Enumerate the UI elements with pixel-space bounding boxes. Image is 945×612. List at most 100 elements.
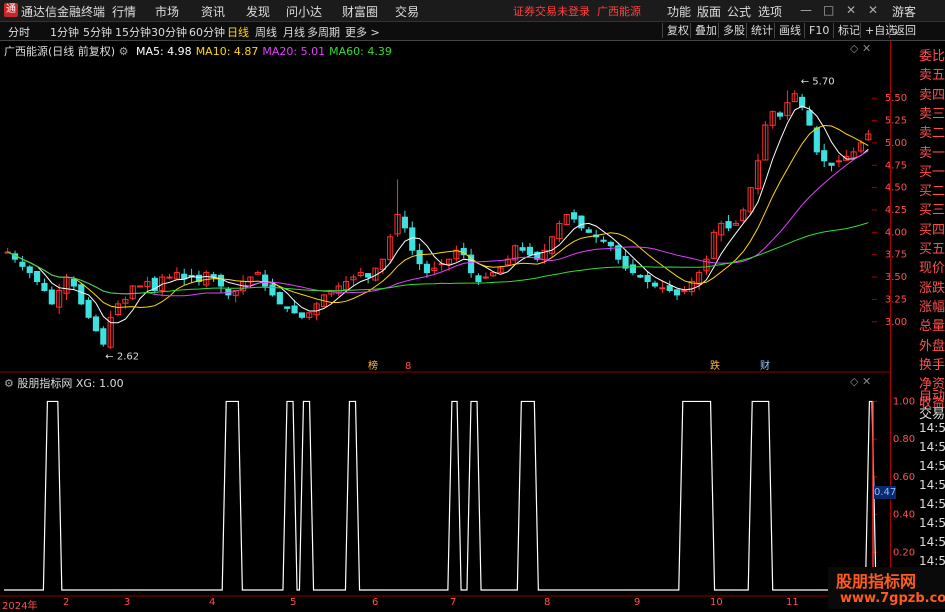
date-tick-label: 6 [372,597,379,608]
candle-body [276,292,283,305]
side-panel-item[interactable]: 买三 [919,199,945,218]
event-tag: 榜 [368,359,378,372]
indicator-tick-label: 0.80 [893,434,915,445]
candle-body [48,289,55,305]
price-tick-label: 3.00 [885,317,907,328]
candle-body [578,215,585,229]
candle-body [217,274,225,287]
candle-body [629,264,637,274]
chart-canvas[interactable]: 3.00 3.25 3.50 3.75 4.00 4.25 4.50 4.75 5.00 5.25… [0,0,945,609]
candle-body [600,239,607,242]
candle-body [298,312,305,318]
candle-body [673,289,681,296]
side-panel-item[interactable]: 总量 [919,315,945,334]
candle-body [26,266,33,274]
candle-body [776,112,784,117]
candle-body [799,96,806,108]
candle-body [666,285,673,291]
watermark: 股朋指标网 www.7gpzb.com [828,567,945,609]
candle-body [637,275,644,278]
candle-body [78,284,85,305]
candle-body [659,287,666,290]
side-panel-item[interactable]: 卖三 [919,103,945,122]
side-panel-item[interactable]: 委比 [919,45,945,64]
ma5-line [7,105,869,324]
candle-body [828,162,835,166]
low-price-label: ← 2.62 [105,352,139,363]
side-panel-item[interactable]: 卖一 [919,142,945,161]
close-icon[interactable]: ✕ [862,42,871,55]
diamond-icon[interactable]: ◇ [850,375,858,388]
high-price-label: ← 5.70 [801,76,835,87]
date-tick-label: 2024年 [2,601,38,612]
date-tick-label: 9 [634,597,641,608]
side-panel-item[interactable]: 现价 [919,257,945,276]
candle-body [269,284,276,296]
price-tick-label: 4.25 [885,205,907,216]
time-label: 14:56 [919,554,945,568]
candle-body [835,160,842,163]
side-panel-lower-item[interactable]: 自动 [919,385,945,404]
ma20-line [7,150,869,297]
side-panel-item[interactable]: 换手 [919,354,945,373]
close-icon[interactable]: ✕ [862,375,871,388]
indicator-tick-label: 0.60 [893,472,915,483]
candle-body [416,250,423,265]
time-label: 14:56 [919,459,945,473]
date-tick-label: 3 [124,597,131,608]
candle-body [291,305,298,314]
ma10-line [7,124,869,309]
candle-body [813,127,820,153]
side-panel-item[interactable]: 外盘 [919,335,945,354]
side-panel-item[interactable]: 卖五 [919,64,945,83]
price-tick-label: 5.25 [885,116,907,127]
time-label: 14:56 [919,535,945,549]
side-panel-item[interactable]: 涨幅 [919,296,945,315]
candle-body [284,306,291,309]
candle-body [70,278,77,287]
indicator-tick-label: 0.40 [893,510,915,521]
panel-controls: ◇ ✕ [850,42,871,55]
time-label: 14:56 [919,478,945,492]
price-tick-label: 3.25 [885,294,907,305]
side-panel-item[interactable]: 买二 [919,180,945,199]
price-tick-label: 4.75 [885,160,907,171]
candle-body [622,255,629,269]
side-panel-item[interactable]: 买四 [919,219,945,238]
ma60-line [7,222,869,295]
candle-body [92,316,100,332]
time-label: 14:56 [919,421,945,435]
side-panel-item[interactable]: 买五 [919,238,945,257]
candle-body [585,229,592,233]
sub-panel-controls: ◇ ✕ [850,375,871,388]
event-tag: 8 [405,361,411,372]
date-tick-label: 11 [786,597,799,608]
side-panel-item[interactable]: 买一 [919,161,945,180]
candle-body [85,299,92,318]
candle-body [34,270,41,283]
xg-signal-line [4,400,877,591]
date-tick-label: 5 [290,597,297,608]
price-tick-label: 4.50 [885,183,907,194]
price-tick-label: 5.50 [885,93,907,104]
candle-body [100,328,107,345]
candle-body [19,261,26,267]
date-tick-label: 7 [450,597,457,608]
side-panel-lower-item[interactable]: 交易 [919,403,945,422]
side-panel-item[interactable]: 卖二 [919,122,945,141]
date-tick-label: 8 [544,597,551,608]
candle-body [806,110,813,126]
side-panel-item[interactable]: 涨跌 [919,277,945,296]
diamond-icon[interactable]: ◇ [850,42,858,55]
candle-body [137,285,144,288]
side-panel-item[interactable]: 卖四 [919,84,945,103]
candle-body [821,150,828,162]
time-label: 14:56 [919,497,945,511]
watermark-url: www.7gpzb.com [840,591,945,606]
time-label: 14:56 [919,516,945,530]
candle-body [607,241,614,247]
watermark-title: 股朋指标网 [836,572,917,591]
candle-body [475,275,482,283]
panel-divider [890,41,891,596]
candle-body [725,221,732,229]
